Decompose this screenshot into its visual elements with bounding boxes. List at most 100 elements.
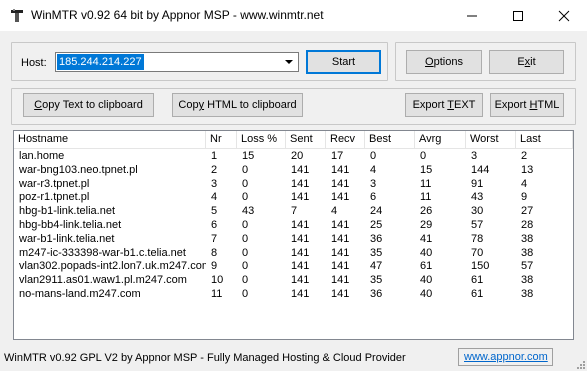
cell-nr: 6 <box>211 219 218 231</box>
copy-text-button[interactable]: Copy Text to clipboard <box>23 93 154 117</box>
cell-sent: 141 <box>291 219 310 231</box>
cell-sent: 141 <box>291 163 310 176</box>
cell-recv: 17 <box>331 150 344 162</box>
cell-loss: 0 <box>242 246 249 259</box>
cell-recv: 141 <box>331 232 350 245</box>
cell-avrg: 61 <box>420 260 433 273</box>
cell-hostname: lan.home <box>19 150 65 162</box>
cell-loss: 0 <box>242 232 249 245</box>
host-input[interactable]: 185.244.214.227 <box>57 54 144 70</box>
export-html-label-post: TML <box>537 99 560 111</box>
cell-hostname: war-b1-link.telia.net <box>19 232 115 245</box>
column-header-loss[interactable]: Loss % <box>237 131 286 148</box>
app-hammer-icon <box>9 8 25 24</box>
cell-last: 57 <box>521 260 534 273</box>
cell-recv: 141 <box>331 260 350 273</box>
table-row[interactable]: no-mans-land.m247.com 11 0 141 141 36 40 61 38 <box>14 288 573 301</box>
cell-hostname: m247-ic-333398-war-b1.c.telia.net <box>19 246 186 259</box>
cell-last: 38 <box>521 232 534 245</box>
table-row[interactable]: vlan2911.as01.waw1.pl.m247.com 10 0 141 141 3… <box>14 274 573 287</box>
close-button[interactable] <box>541 0 587 31</box>
host-combobox[interactable]: 185.244.214.227 <box>55 52 299 72</box>
column-header-nr[interactable]: Nr <box>206 131 237 148</box>
cell-last: 38 <box>521 274 534 287</box>
results-table[interactable]: Hostname Nr Loss % Sent Recv Best Avrg W… <box>13 130 574 340</box>
cell-loss: 0 <box>242 191 249 204</box>
copy-html-label-post: HTML to clipboard <box>204 99 297 111</box>
resize-grip-icon[interactable] <box>575 359 585 369</box>
column-header-last[interactable]: Last <box>516 131 573 148</box>
cell-best: 35 <box>370 246 383 259</box>
export-text-button[interactable]: Export TEXT <box>405 93 483 117</box>
column-header-worst[interactable]: Worst <box>466 131 516 148</box>
cell-sent: 141 <box>291 246 310 259</box>
cell-loss: 0 <box>242 219 249 231</box>
maximize-button[interactable] <box>495 0 541 31</box>
cell-hostname: hbg-b1-link.telia.net <box>19 205 116 218</box>
cell-nr: 4 <box>211 191 218 204</box>
cell-loss: 0 <box>242 274 249 287</box>
cell-avrg: 15 <box>420 163 433 176</box>
start-button[interactable]: Start <box>306 50 381 74</box>
table-row[interactable]: hbg-bb4-link.telia.net 6 0 141 141 25 29 57 28 <box>14 219 573 232</box>
export-html-button[interactable]: Export HTML <box>490 93 564 117</box>
cell-hostname: poz-r1.tpnet.pl <box>19 191 90 204</box>
column-header-avrg[interactable]: Avrg <box>415 131 466 148</box>
table-row[interactable]: hbg-b1-link.telia.net 5 43 7 4 24 26 30 27 <box>14 205 573 218</box>
cell-worst: 3 <box>471 150 478 162</box>
cell-hostname: hbg-bb4-link.telia.net <box>19 219 122 231</box>
cell-hostname: vlan2911.as01.waw1.pl.m247.com <box>19 274 187 287</box>
table-row[interactable]: war-bng103.neo.tpnet.pl 2 0 141 141 4 15 144 13 <box>14 164 573 177</box>
copy-text-label-post: opy Text to clipboard <box>42 99 143 111</box>
table-row[interactable]: war-b1-link.telia.net 7 0 141 141 36 41 78 38 <box>14 233 573 246</box>
table-row[interactable]: war-r3.tpnet.pl 3 0 141 141 3 11 91 4 <box>14 178 573 191</box>
exit-button[interactable]: Exit <box>489 50 564 74</box>
cell-sent: 20 <box>291 150 304 162</box>
column-header-sent[interactable]: Sent <box>286 131 326 148</box>
column-header-hostname[interactable]: Hostname <box>14 131 206 148</box>
cell-avrg: 11 <box>420 191 432 204</box>
cell-best: 35 <box>370 274 383 287</box>
table-header: Hostname Nr Loss % Sent Recv Best Avrg W… <box>14 131 573 149</box>
cell-best: 6 <box>370 191 377 204</box>
cell-last: 38 <box>521 246 534 259</box>
cell-recv: 141 <box>331 219 350 231</box>
minimize-button[interactable] <box>449 0 495 31</box>
appnor-link[interactable]: www.appnor.com <box>458 348 553 366</box>
options-button[interactable]: Options <box>406 50 482 74</box>
cell-last: 2 <box>521 150 528 162</box>
maximize-icon <box>513 11 523 21</box>
column-header-recv[interactable]: Recv <box>326 131 365 148</box>
cell-avrg: 11 <box>420 177 432 190</box>
exit-label-post: it <box>530 56 536 68</box>
table-row[interactable]: m247-ic-333398-war-b1.c.telia.net 8 0 141 14… <box>14 247 573 260</box>
cell-worst: 57 <box>471 219 484 231</box>
cell-last: 4 <box>521 177 528 190</box>
host-label: Host: <box>21 57 47 69</box>
cell-nr: 8 <box>211 246 218 259</box>
cell-hostname: war-bng103.neo.tpnet.pl <box>19 163 138 176</box>
copy-html-button[interactable]: Copy HTML to clipboard <box>172 93 303 117</box>
table-row[interactable]: vlan302.popads-int2.lon7.uk.m247.com 9 0 14… <box>14 260 573 273</box>
cell-worst: 61 <box>471 274 484 287</box>
table-row[interactable]: poz-r1.tpnet.pl 4 0 141 141 6 11 43 9 <box>14 191 573 204</box>
cell-worst: 61 <box>471 288 484 300</box>
cell-avrg: 40 <box>420 274 433 287</box>
cell-recv: 141 <box>331 177 350 190</box>
minimize-icon <box>467 15 477 17</box>
host-dropdown-button[interactable] <box>281 54 297 70</box>
cell-worst: 30 <box>471 205 484 218</box>
cell-loss: 0 <box>242 288 249 300</box>
cell-hostname: war-r3.tpnet.pl <box>19 177 90 190</box>
table-row[interactable]: lan.home 1 15 20 17 0 0 3 2 <box>14 150 573 163</box>
cell-sent: 141 <box>291 260 310 273</box>
cell-last: 38 <box>521 288 534 300</box>
cell-best: 0 <box>370 150 377 162</box>
copy-html-label-pre: Cop <box>178 99 199 111</box>
column-header-best[interactable]: Best <box>365 131 415 148</box>
chevron-down-icon <box>285 60 293 64</box>
cell-worst: 78 <box>471 232 484 245</box>
cell-best: 25 <box>370 219 383 231</box>
cell-last: 9 <box>521 191 528 204</box>
export-text-label-accel: T <box>447 99 454 111</box>
